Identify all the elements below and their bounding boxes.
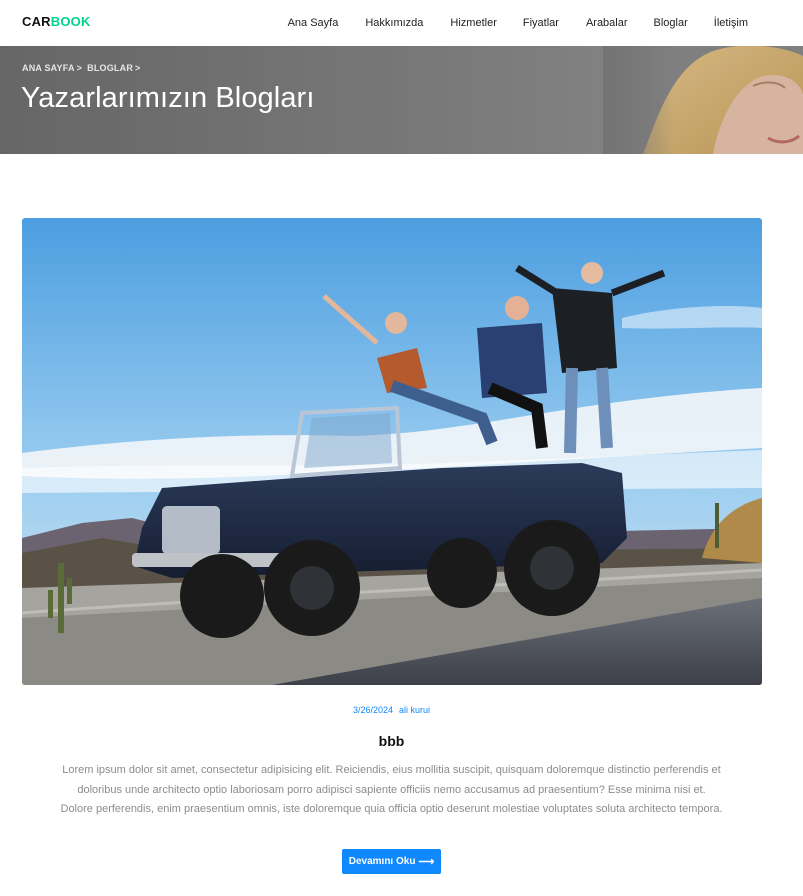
- post-image[interactable]: [22, 218, 762, 685]
- post-date[interactable]: 3/26/2024: [353, 705, 393, 715]
- brand-logo[interactable]: CARBOOK: [22, 14, 91, 29]
- post-title[interactable]: bbb: [0, 733, 783, 749]
- brand-part-1: CAR: [22, 14, 51, 29]
- post-excerpt: Lorem ipsum dolor sit amet, consectetur …: [60, 764, 723, 815]
- nav-item-bloglar[interactable]: Bloglar: [654, 17, 688, 29]
- arrow-right-icon: ⟶: [418, 856, 435, 868]
- nav-item-fiyatlar[interactable]: Fiyatlar: [523, 17, 559, 29]
- breadcrumb-bloglar[interactable]: BLOGLAR: [87, 63, 133, 73]
- read-more-button[interactable]: Devamını Oku ⟶: [342, 849, 441, 874]
- nav-item-arabalar[interactable]: Arabalar: [586, 17, 628, 29]
- nav-item-hizmetler[interactable]: Hizmetler: [450, 17, 496, 29]
- breadcrumb: ANA SAYFA > BLOGLAR >: [22, 63, 146, 73]
- navbar: CARBOOK Ana Sayfa Hakkımızda Hizmetler F…: [0, 0, 803, 46]
- read-more-label: Devamını Oku: [348, 856, 416, 867]
- main-nav: Ana Sayfa Hakkımızda Hizmetler Fiyatlar …: [288, 0, 803, 46]
- post-photo: [22, 218, 762, 685]
- nav-item-ana-sayfa[interactable]: Ana Sayfa: [288, 17, 339, 29]
- page-hero: ANA SAYFA > BLOGLAR > Yazarlarımızın Blogla…: [0, 46, 803, 154]
- breadcrumb-home[interactable]: ANA SAYFA: [22, 63, 75, 73]
- breadcrumb-separator: >: [135, 63, 141, 73]
- brand-part-2: BOOK: [50, 14, 91, 29]
- nav-item-hakkimizda[interactable]: Hakkımızda: [365, 17, 423, 29]
- post-author[interactable]: ali kurui: [399, 705, 430, 715]
- page-title: Yazarlarımızın Blogları: [21, 82, 315, 114]
- breadcrumb-separator: >: [76, 63, 83, 73]
- nav-item-iletisim[interactable]: İletişim: [714, 17, 748, 29]
- post-meta: 3/26/2024 ali kurui: [0, 705, 783, 715]
